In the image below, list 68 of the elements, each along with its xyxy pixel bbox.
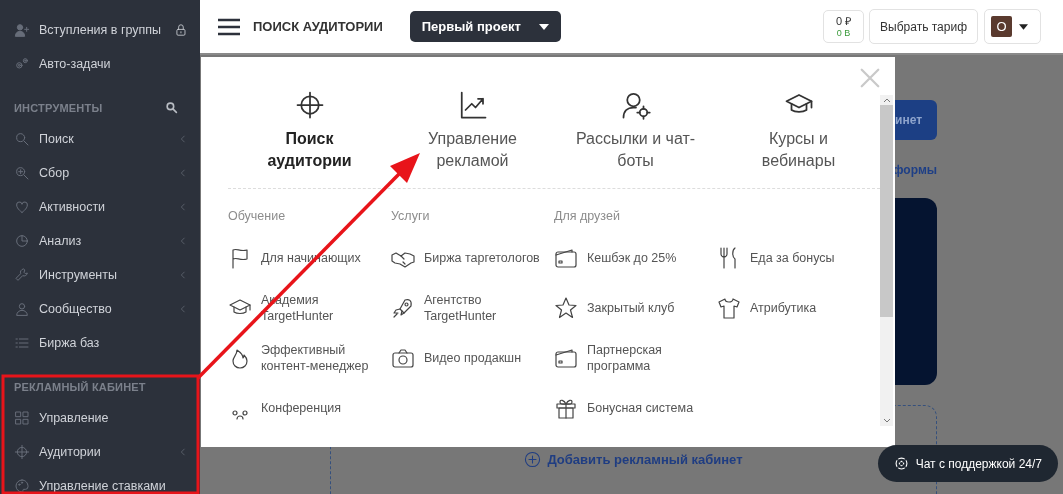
search-icon [14, 131, 30, 147]
rocket-icon [391, 296, 415, 320]
sidebar-item[interactable]: Инструменты [0, 258, 200, 292]
list-icon [14, 335, 30, 351]
wrench-icon [14, 267, 30, 283]
pie-chart-icon [14, 233, 30, 249]
palette-icon [14, 478, 30, 494]
column-heading: Услуги [391, 208, 431, 224]
user-plus-icon [14, 22, 30, 38]
camera-icon [391, 346, 415, 370]
plus-icon [524, 450, 542, 468]
menu-link[interactable]: Агентство TargetHunter [391, 283, 554, 333]
menu-link[interactable]: Кешбэк до 25% [554, 233, 717, 283]
sidebar-item[interactable]: Активности [0, 190, 200, 224]
menu-tile[interactable]: Рассылки и чат-боты [554, 90, 717, 172]
crosshair-icon [14, 444, 30, 460]
menu-link[interactable]: Видео продакшн [391, 333, 554, 383]
sidebar-item[interactable]: Управление [0, 401, 200, 435]
menu-link[interactable]: Эффективный контент-менеджер [228, 333, 391, 383]
sidebar-item[interactable]: Авто-задачи [0, 47, 200, 81]
menu-tile[interactable]: Управление рекламой [391, 90, 554, 172]
button[interactable]: инет [895, 100, 937, 140]
section-heading: ИНСТРУМЕНТЫ [14, 101, 103, 116]
column-heading: Для друзей [554, 208, 621, 224]
grid-icon [14, 410, 30, 426]
scroll-up-icon[interactable] [883, 98, 890, 102]
support-chat-button[interactable]: Чат с поддержкой 24/7 [877, 445, 1058, 482]
heart-icon [14, 199, 30, 215]
menu-link[interactable]: Партнерская программа [554, 333, 717, 383]
menu-link[interactable]: Бонусная система [554, 383, 717, 433]
scroll-down-icon[interactable] [883, 419, 890, 423]
menu-link[interactable]: Закрытый клуб [554, 283, 717, 333]
account-button[interactable]: О [984, 9, 1041, 44]
search-icon[interactable] [165, 101, 178, 114]
menu-tile[interactable]: Поиск аудитории [228, 90, 391, 172]
sidebar-item[interactable]: Аудитории [0, 435, 200, 469]
section-heading: РЕКЛАМНЫЙ КАБИНЕТ [14, 380, 146, 395]
balance-button[interactable]: 0 ₽ 0 B [823, 10, 865, 43]
user-gear-icon [620, 90, 651, 120]
crosshair-icon [294, 90, 325, 120]
tariff-button[interactable]: Выбрать тариф [869, 9, 978, 44]
t-shirt-icon [717, 296, 741, 320]
sidebar-item[interactable]: Вступления в группы [0, 13, 200, 47]
lifebuoy-icon [894, 457, 908, 470]
menu-link[interactable]: Биржа таргетологов [391, 233, 554, 283]
wallet-icon [554, 246, 578, 270]
sidebar-item[interactable]: Сбор [0, 156, 200, 190]
zoom-in-icon [14, 165, 30, 181]
project-dropdown[interactable]: Первый проект [409, 11, 561, 42]
sidebar-item[interactable]: Сообщество [0, 292, 200, 326]
caret-icon [1019, 23, 1028, 30]
caret-icon [538, 23, 549, 30]
avatar: О [991, 16, 1012, 37]
scrollbar[interactable] [880, 95, 893, 426]
menu-icon[interactable] [218, 17, 240, 36]
column-heading: Обучение [228, 208, 287, 224]
sidebar-item[interactable]: Управление ставками [0, 469, 200, 494]
menu-link[interactable]: Атрибутика [717, 283, 880, 333]
menu-link[interactable]: Конференция [228, 383, 391, 433]
user-icon [14, 301, 30, 317]
page-title: ПОИСК АУДИТОРИИ [253, 19, 383, 34]
menu-link[interactable]: Еда за бонусы [717, 233, 880, 283]
menu-tile[interactable]: Курсы и вебинары [717, 90, 880, 172]
sidebar-item[interactable]: Поиск [0, 122, 200, 156]
wallet-icon [554, 346, 578, 370]
sidebar-item[interactable]: Биржа баз [0, 326, 200, 360]
sidebar-item[interactable]: Анализ [0, 224, 200, 258]
star-icon [554, 296, 578, 320]
